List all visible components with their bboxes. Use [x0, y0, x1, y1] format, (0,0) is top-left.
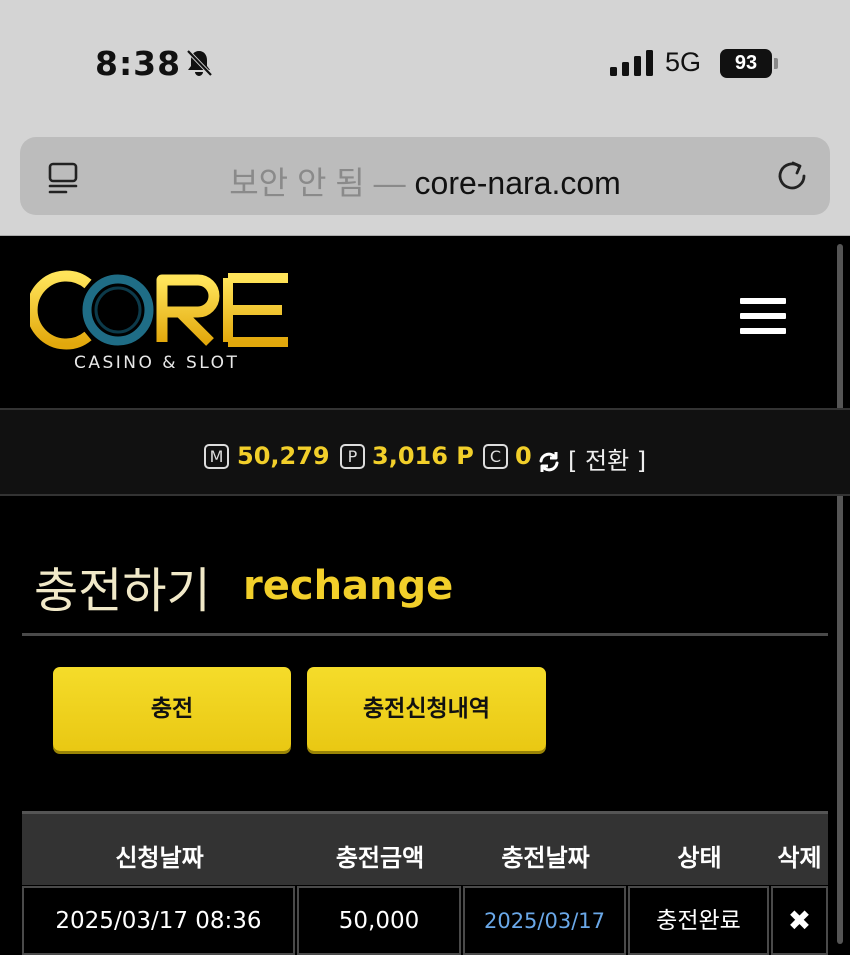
coin-badge-icon: C [483, 444, 508, 469]
cell-charge-date: 2025/03/17 [463, 886, 626, 955]
switch-button[interactable]: [ 전환 ] [568, 441, 646, 476]
point-badge-icon: P [340, 444, 365, 469]
hamburger-menu-icon[interactable] [740, 298, 786, 338]
browser-toolbar: 보안 안 됨 — core-nara.com [0, 128, 850, 236]
column-header-amount: 충전금액 [335, 844, 425, 872]
battery-tip [774, 58, 778, 69]
url-text[interactable]: 보안 안 됨 — core-nara.com [20, 158, 830, 204]
signal-icon [610, 50, 653, 76]
column-header-charge-date: 충전날짜 [501, 844, 590, 872]
balance-bar: M 50,279 P 3,016 P C 0 [0, 408, 850, 496]
network-label: 5G [665, 47, 702, 77]
core-logo[interactable]: CASINO & SLOT [30, 270, 295, 374]
cell-request-date: 2025/03/17 08:36 [22, 886, 295, 955]
delete-icon[interactable]: ✖ [771, 886, 828, 955]
charge-button[interactable]: 충전 [53, 667, 291, 751]
refresh-switch-icon[interactable] [537, 450, 561, 474]
table-row: 2025/03/17 08:36 50,000 2025/03/17 충전완료 … [22, 886, 828, 955]
title-divider [22, 633, 828, 636]
status-time: 8:38 [95, 44, 182, 83]
scrollbar[interactable] [837, 244, 843, 944]
battery-icon: 93 [720, 49, 772, 78]
column-header-request-date: 신청날짜 [115, 844, 204, 872]
charge-history-button[interactable]: 충전신청내역 [307, 667, 546, 751]
page-title: 충전하기 [34, 563, 211, 619]
money-balance: 50,279 [237, 442, 330, 470]
point-balance: 3,016 P [372, 442, 474, 470]
cell-amount: 50,000 [297, 886, 461, 955]
table-header: 신청날짜 충전금액 충전날짜 상태 삭제 [22, 811, 828, 885]
address-bar[interactable]: 보안 안 됨 — core-nara.com [20, 137, 830, 215]
page-title-en: rechange [243, 563, 454, 609]
url-domain: core-nara.com [414, 165, 621, 201]
money-badge-icon: M [204, 444, 229, 469]
status-bar: 8:38 5G 93 [0, 0, 850, 128]
reload-icon[interactable] [773, 157, 811, 195]
bell-muted-icon [186, 49, 213, 77]
column-header-delete: 삭제 [777, 844, 822, 872]
coin-balance: 0 [515, 442, 532, 470]
column-header-status: 상태 [677, 844, 722, 872]
cell-status: 충전완료 [628, 886, 769, 955]
insecure-label: 보안 안 됨 — [229, 165, 415, 201]
logo-tagline: CASINO & SLOT [74, 353, 239, 373]
